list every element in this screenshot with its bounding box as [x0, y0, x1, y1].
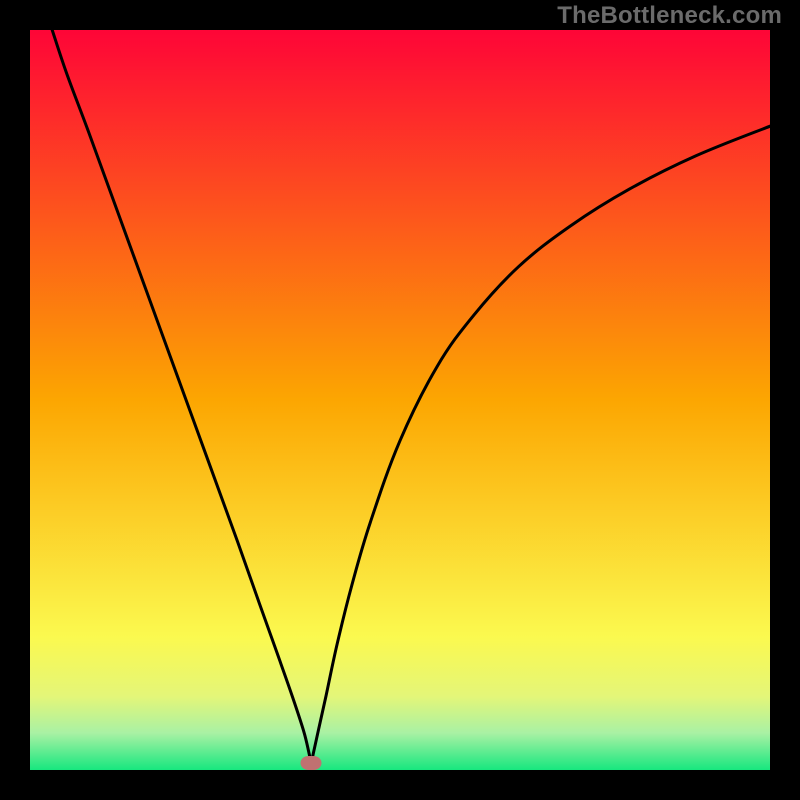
chart-frame: TheBottleneck.com — [0, 0, 800, 800]
minimum-marker — [301, 756, 322, 770]
gradient-background — [30, 30, 770, 770]
bottleneck-chart — [30, 30, 770, 770]
plot-area — [30, 30, 770, 770]
watermark-text: TheBottleneck.com — [557, 2, 782, 30]
